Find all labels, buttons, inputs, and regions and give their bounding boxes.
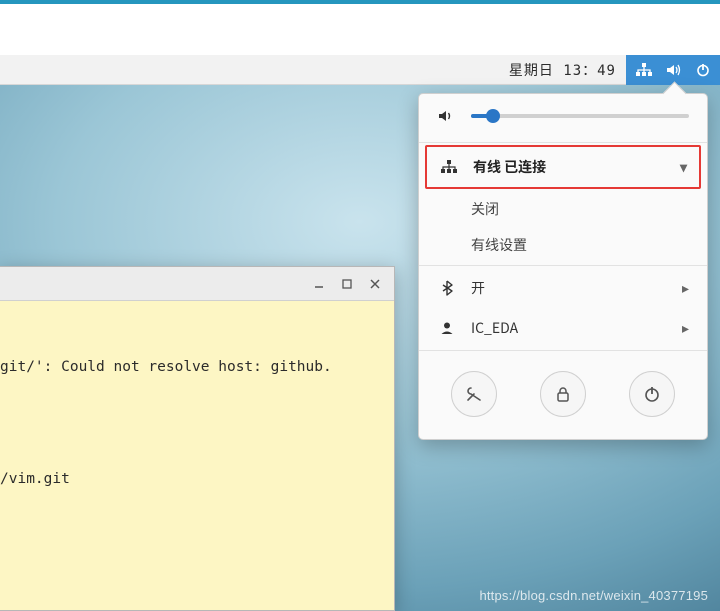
menu-separator (419, 265, 707, 266)
user-menu-item[interactable]: IC_EDA ▸ (419, 308, 707, 348)
top-panel: 星期日 13：49 (0, 55, 720, 85)
bluetooth-menu-item[interactable]: 开 ▸ (419, 268, 707, 308)
network-settings-item[interactable]: 有线设置 (419, 227, 707, 263)
volume-row (419, 94, 707, 140)
outer-white-strip (0, 0, 720, 55)
terminal-body[interactable]: git/': Could not resolve host: github. /… (0, 301, 394, 610)
volume-slider[interactable] (471, 114, 689, 118)
network-turn-off-item[interactable]: 关闭 (419, 191, 707, 227)
watermark-text: https://blog.csdn.net/weixin_40377195 (479, 588, 708, 603)
volume-icon (437, 108, 457, 124)
annotation-highlight: 有线 已连接 ▾ (425, 145, 701, 189)
network-label: 有线 已连接 (459, 157, 680, 177)
panel-clock[interactable]: 星期日 13：49 (499, 60, 626, 80)
bluetooth-icon (437, 280, 457, 296)
panel-system-tray[interactable] (626, 55, 720, 85)
user-label: IC_EDA (457, 318, 682, 338)
chevron-right-icon: ▸ (682, 278, 689, 298)
network-menu-item[interactable]: 有线 已连接 ▾ (427, 147, 699, 187)
terminal-line: git/': Could not resolve host: github. (0, 356, 388, 378)
power-icon (643, 385, 661, 403)
power-icon (696, 63, 710, 77)
terminal-titlebar (0, 267, 394, 301)
chevron-down-icon: ▾ (680, 157, 687, 177)
tools-icon (464, 384, 484, 404)
menu-separator (419, 142, 707, 143)
system-actions-row (419, 353, 707, 423)
network-icon (636, 63, 652, 77)
chevron-right-icon: ▸ (682, 318, 689, 338)
menu-separator (419, 350, 707, 351)
window-minimize-button[interactable] (306, 273, 332, 295)
desktop-background: 星期日 13：49 (0, 55, 720, 611)
terminal-window: git/': Could not resolve host: github. /… (0, 266, 395, 611)
bluetooth-label: 开 (457, 278, 682, 298)
wired-network-icon (439, 160, 459, 174)
window-maximize-button[interactable] (334, 273, 360, 295)
window-close-button[interactable] (362, 273, 388, 295)
system-menu-popup: 有线 已连接 ▾ 关闭 有线设置 开 ▸ IC_EDA ▸ (418, 93, 708, 440)
power-button[interactable] (629, 371, 675, 417)
terminal-line: /vim.git (0, 468, 388, 490)
user-icon (437, 321, 457, 335)
volume-icon (666, 63, 682, 77)
lock-icon (554, 385, 572, 403)
lock-button[interactable] (540, 371, 586, 417)
settings-button[interactable] (451, 371, 497, 417)
